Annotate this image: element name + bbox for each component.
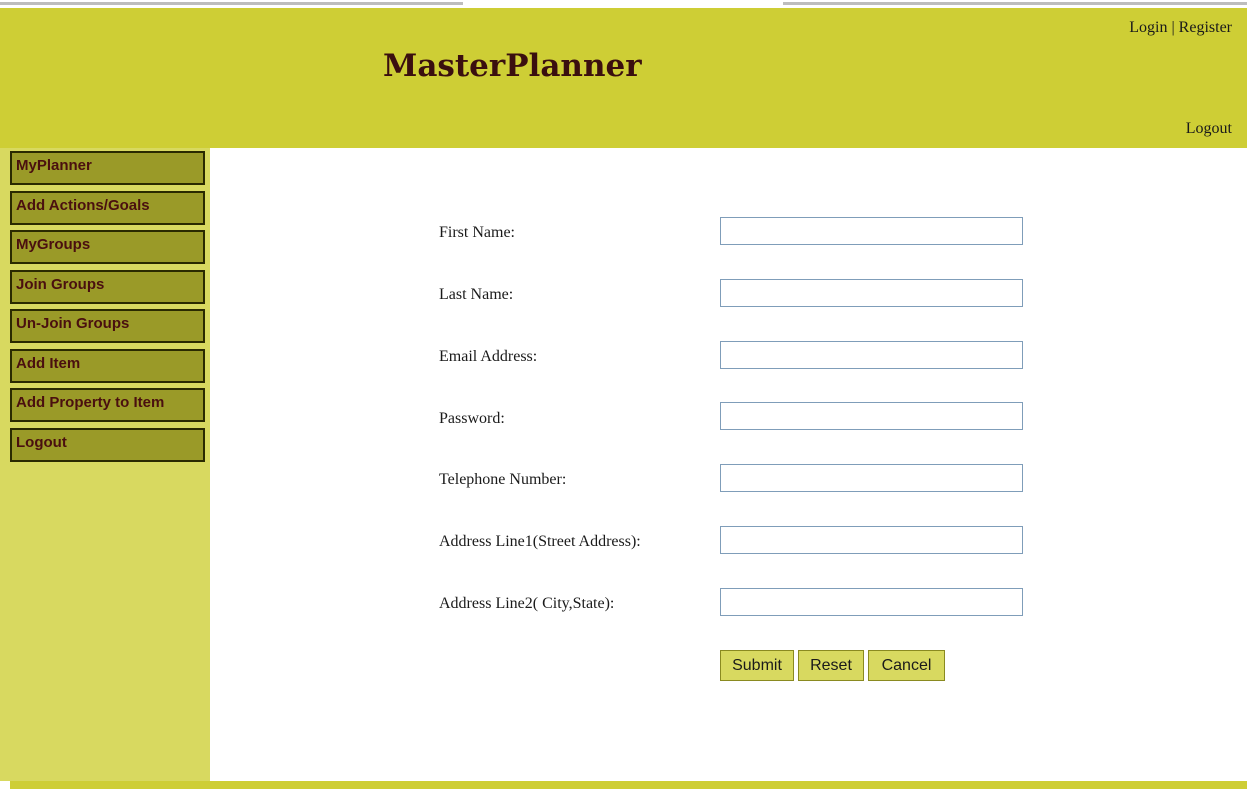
address-line2-field[interactable] [720, 588, 1023, 616]
submit-button[interactable]: Submit [720, 650, 794, 681]
header-logout-link[interactable]: Logout [1186, 120, 1232, 138]
sidebar-item-add-actions-goals[interactable]: Add Actions/Goals [10, 191, 205, 225]
auth-nav: Login | Register [1129, 19, 1232, 37]
telephone-label: Telephone Number: [439, 471, 567, 488]
sidebar-item-logout[interactable]: Logout [10, 428, 205, 462]
top-strip-segment [783, 2, 1247, 5]
email-field[interactable] [720, 341, 1023, 369]
address-line2-label: Address Line2( City,State): [439, 595, 615, 612]
address-line1-field[interactable] [720, 526, 1023, 554]
sidebar: MyPlanner Add Actions/Goals MyGroups Joi… [0, 148, 210, 781]
last-name-field[interactable] [720, 279, 1023, 307]
register-link[interactable]: Register [1179, 19, 1232, 36]
password-label: Password: [439, 410, 505, 427]
sidebar-item-join-groups[interactable]: Join Groups [10, 270, 205, 304]
sidebar-item-unjoin-groups[interactable]: Un-Join Groups [10, 309, 205, 343]
sidebar-item-add-property-to-item[interactable]: Add Property to Item [10, 388, 205, 422]
cancel-button[interactable]: Cancel [868, 650, 945, 681]
reset-button[interactable]: Reset [798, 650, 864, 681]
telephone-field[interactable] [720, 464, 1023, 492]
address-line1-label: Address Line1(Street Address): [439, 533, 641, 550]
first-name-label: First Name: [439, 224, 515, 241]
password-field[interactable] [720, 402, 1023, 430]
top-strip-segment [0, 2, 463, 5]
browser-top-strip [0, 0, 1247, 8]
site-header: MasterPlanner Login | Register Logout [0, 8, 1247, 148]
email-label: Email Address: [439, 348, 538, 365]
login-link[interactable]: Login [1129, 19, 1167, 36]
footer-bar [10, 781, 1247, 789]
first-name-field[interactable] [720, 217, 1023, 245]
nav-separator: | [1171, 19, 1175, 36]
sidebar-item-myplanner[interactable]: MyPlanner [10, 151, 205, 185]
last-name-label: Last Name: [439, 286, 514, 303]
site-title: MasterPlanner [383, 48, 642, 84]
sidebar-item-mygroups[interactable]: MyGroups [10, 230, 205, 264]
sidebar-item-add-item[interactable]: Add Item [10, 349, 205, 383]
